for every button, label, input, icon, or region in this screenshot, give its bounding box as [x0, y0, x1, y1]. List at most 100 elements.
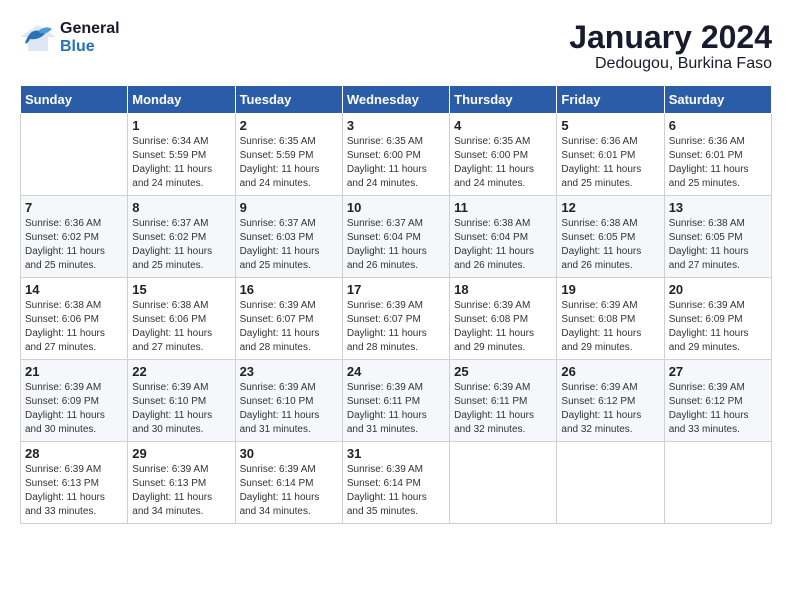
calendar-week-row: 1Sunrise: 6:34 AM Sunset: 5:59 PM Daylig…	[21, 114, 772, 196]
calendar-cell: 23 Sunrise: 6:39 AM Sunset: 6:10 PM Dayli…	[235, 360, 342, 442]
day-info: Sunrise: 6:39 AM Sunset: 6:14 PM Dayligh…	[240, 463, 338, 519]
calendar-cell: 18Sunrise: 6:39 AM Sunset: 6:08 PM Dayli…	[450, 278, 557, 360]
day-info: Sunrise: 6:37 AM Sunset: 6:02 PM Dayligh…	[132, 217, 230, 273]
calendar-cell	[450, 442, 557, 524]
calendar-title: January 2024	[569, 20, 772, 55]
calendar-body: 1Sunrise: 6:34 AM Sunset: 5:59 PM Daylig…	[21, 114, 772, 524]
day-number: 5	[561, 118, 659, 133]
calendar-cell: 24Sunrise: 6:39 AM Sunset: 6:11 PM Dayli…	[342, 360, 449, 442]
calendar-cell: 13 Sunrise: 6:38 AM Sunset: 6:05 PM Dayli…	[664, 196, 771, 278]
day-number: 22	[132, 364, 230, 379]
calendar-cell: 6 Sunrise: 6:36 AM Sunset: 6:01 PM Daylig…	[664, 114, 771, 196]
calendar-cell: 12Sunrise: 6:38 AM Sunset: 6:05 PM Dayli…	[557, 196, 664, 278]
day-info: Sunrise: 6:36 AM Sunset: 6:01 PM Dayligh…	[669, 135, 767, 191]
day-number: 13	[669, 200, 767, 215]
day-number: 28	[25, 446, 123, 461]
day-number: 19	[561, 282, 659, 297]
header-day: Tuesday	[235, 86, 342, 114]
calendar-cell: 2 Sunrise: 6:35 AM Sunset: 5:59 PM Daylig…	[235, 114, 342, 196]
calendar-cell: 29Sunrise: 6:39 AM Sunset: 6:13 PM Dayli…	[128, 442, 235, 524]
header-day: Sunday	[21, 86, 128, 114]
day-number: 18	[454, 282, 552, 297]
day-number: 6	[669, 118, 767, 133]
calendar-cell: 26Sunrise: 6:39 AM Sunset: 6:12 PM Dayli…	[557, 360, 664, 442]
calendar-cell	[557, 442, 664, 524]
day-info: Sunrise: 6:38 AM Sunset: 6:06 PM Dayligh…	[132, 299, 230, 355]
calendar-cell: 8 Sunrise: 6:37 AM Sunset: 6:02 PM Daylig…	[128, 196, 235, 278]
day-number: 9	[240, 200, 338, 215]
calendar-week-row: 28 Sunrise: 6:39 AM Sunset: 6:13 PM Dayli…	[21, 442, 772, 524]
calendar-cell: 22 Sunrise: 6:39 AM Sunset: 6:10 PM Dayli…	[128, 360, 235, 442]
calendar-cell: 30 Sunrise: 6:39 AM Sunset: 6:14 PM Dayli…	[235, 442, 342, 524]
calendar-cell: 11 Sunrise: 6:38 AM Sunset: 6:04 PM Dayli…	[450, 196, 557, 278]
day-number: 31	[347, 446, 445, 461]
day-number: 25	[454, 364, 552, 379]
day-number: 21	[25, 364, 123, 379]
calendar-header: SundayMondayTuesdayWednesdayThursdayFrid…	[21, 86, 772, 114]
day-info: Sunrise: 6:35 AM Sunset: 5:59 PM Dayligh…	[240, 135, 338, 191]
day-info: Sunrise: 6:38 AM Sunset: 6:05 PM Dayligh…	[669, 217, 767, 273]
page-container: General Blue January 2024 Dedougou, Burk…	[0, 0, 792, 534]
day-number: 16	[240, 282, 338, 297]
day-info: Sunrise: 6:39 AM Sunset: 6:13 PM Dayligh…	[25, 463, 123, 519]
day-info: Sunrise: 6:38 AM Sunset: 6:04 PM Dayligh…	[454, 217, 552, 273]
calendar-week-row: 7Sunrise: 6:36 AM Sunset: 6:02 PM Daylig…	[21, 196, 772, 278]
day-info: Sunrise: 6:39 AM Sunset: 6:13 PM Dayligh…	[132, 463, 230, 519]
day-info: Sunrise: 6:39 AM Sunset: 6:12 PM Dayligh…	[561, 381, 659, 437]
day-number: 4	[454, 118, 552, 133]
day-number: 2	[240, 118, 338, 133]
day-number: 27	[669, 364, 767, 379]
calendar-cell: 19 Sunrise: 6:39 AM Sunset: 6:08 PM Dayli…	[557, 278, 664, 360]
day-number: 23	[240, 364, 338, 379]
day-info: Sunrise: 6:39 AM Sunset: 6:12 PM Dayligh…	[669, 381, 767, 437]
calendar-cell	[664, 442, 771, 524]
day-info: Sunrise: 6:39 AM Sunset: 6:09 PM Dayligh…	[669, 299, 767, 355]
calendar-cell: 28 Sunrise: 6:39 AM Sunset: 6:13 PM Dayli…	[21, 442, 128, 524]
calendar-cell: 17 Sunrise: 6:39 AM Sunset: 6:07 PM Dayli…	[342, 278, 449, 360]
calendar-subtitle: Dedougou, Burkina Faso	[569, 55, 772, 73]
calendar-cell: 15 Sunrise: 6:38 AM Sunset: 6:06 PM Dayli…	[128, 278, 235, 360]
day-number: 10	[347, 200, 445, 215]
day-number: 20	[669, 282, 767, 297]
day-info: Sunrise: 6:39 AM Sunset: 6:11 PM Dayligh…	[347, 381, 445, 437]
calendar-week-row: 14 Sunrise: 6:38 AM Sunset: 6:06 PM Dayli…	[21, 278, 772, 360]
calendar-cell: 25 Sunrise: 6:39 AM Sunset: 6:11 PM Dayli…	[450, 360, 557, 442]
calendar-cell: 31 Sunrise: 6:39 AM Sunset: 6:14 PM Dayli…	[342, 442, 449, 524]
day-number: 8	[132, 200, 230, 215]
day-number: 30	[240, 446, 338, 461]
calendar-cell: 14Sunrise: 6:38 AM Sunset: 6:06 PM Dayli…	[21, 278, 128, 360]
day-info: Sunrise: 6:39 AM Sunset: 6:07 PM Dayligh…	[347, 299, 445, 355]
title-block: January 2024 Dedougou, Burkina Faso	[569, 20, 772, 73]
day-info: Sunrise: 6:39 AM Sunset: 6:10 PM Dayligh…	[240, 381, 338, 437]
day-info: Sunrise: 6:39 AM Sunset: 6:10 PM Dayligh…	[132, 381, 230, 437]
day-info: Sunrise: 6:39 AM Sunset: 6:14 PM Dayligh…	[347, 463, 445, 519]
day-number: 14	[25, 282, 123, 297]
day-number: 17	[347, 282, 445, 297]
calendar-cell: 7Sunrise: 6:36 AM Sunset: 6:02 PM Daylig…	[21, 196, 128, 278]
calendar-cell: 16 Sunrise: 6:39 AM Sunset: 6:07 PM Dayli…	[235, 278, 342, 360]
day-number: 11	[454, 200, 552, 215]
header-day: Friday	[557, 86, 664, 114]
header-day: Thursday	[450, 86, 557, 114]
logo: General Blue	[20, 20, 120, 55]
day-info: Sunrise: 6:38 AM Sunset: 6:05 PM Dayligh…	[561, 217, 659, 273]
day-info: Sunrise: 6:39 AM Sunset: 6:09 PM Dayligh…	[25, 381, 123, 437]
day-info: Sunrise: 6:35 AM Sunset: 6:00 PM Dayligh…	[454, 135, 552, 191]
day-info: Sunrise: 6:34 AM Sunset: 5:59 PM Dayligh…	[132, 135, 230, 191]
day-info: Sunrise: 6:39 AM Sunset: 6:11 PM Dayligh…	[454, 381, 552, 437]
header-day: Saturday	[664, 86, 771, 114]
day-info: Sunrise: 6:36 AM Sunset: 6:02 PM Dayligh…	[25, 217, 123, 273]
day-info: Sunrise: 6:39 AM Sunset: 6:08 PM Dayligh…	[561, 299, 659, 355]
header: General Blue January 2024 Dedougou, Burk…	[20, 20, 772, 73]
header-day: Monday	[128, 86, 235, 114]
calendar-cell: 20 Sunrise: 6:39 AM Sunset: 6:09 PM Dayli…	[664, 278, 771, 360]
day-info: Sunrise: 6:37 AM Sunset: 6:03 PM Dayligh…	[240, 217, 338, 273]
calendar-cell: 3Sunrise: 6:35 AM Sunset: 6:00 PM Daylig…	[342, 114, 449, 196]
day-info: Sunrise: 6:39 AM Sunset: 6:07 PM Dayligh…	[240, 299, 338, 355]
calendar-cell: 9 Sunrise: 6:37 AM Sunset: 6:03 PM Daylig…	[235, 196, 342, 278]
logo-icon	[20, 23, 56, 53]
calendar-cell: 1Sunrise: 6:34 AM Sunset: 5:59 PM Daylig…	[128, 114, 235, 196]
calendar-cell: 27 Sunrise: 6:39 AM Sunset: 6:12 PM Dayli…	[664, 360, 771, 442]
calendar-cell	[21, 114, 128, 196]
day-number: 15	[132, 282, 230, 297]
